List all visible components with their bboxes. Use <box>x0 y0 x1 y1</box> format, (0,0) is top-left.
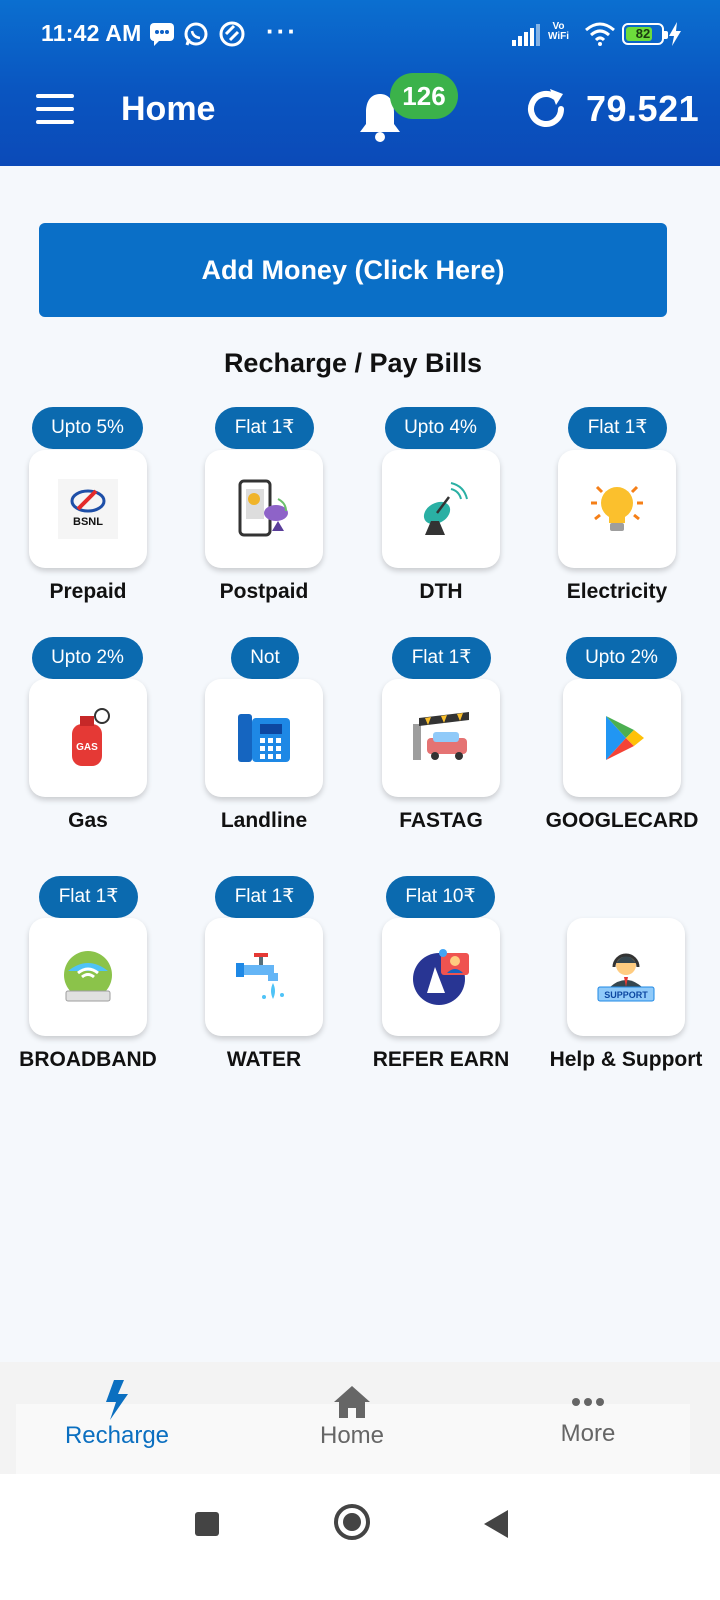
service-tile-refer-earn[interactable] <box>382 918 500 1036</box>
landline-phone-icon <box>238 714 290 762</box>
toll-car-icon <box>413 712 469 760</box>
service-label-electricity: Electricity <box>566 580 668 603</box>
service-tile-gas[interactable]: GAS <box>29 679 147 797</box>
refresh-icon[interactable] <box>523 86 569 132</box>
charging-icon <box>669 22 681 46</box>
offer-badge-prepaid: Upto 5% <box>32 407 143 449</box>
system-home-button[interactable] <box>334 1504 370 1540</box>
battery-icon: 82 <box>622 23 668 45</box>
more-notifications-icon: ··· <box>266 16 298 46</box>
status-time: 11:42 AM <box>41 20 142 46</box>
offer-badge-electricity: Flat 1₹ <box>568 407 667 449</box>
google-play-icon <box>606 716 644 760</box>
svg-text:BSNL: BSNL <box>73 516 103 528</box>
service-label-water: WATER <box>226 1048 302 1071</box>
offer-badge-googlecard: Upto 2% <box>566 637 677 679</box>
service-label-broadband: BROADBAND <box>19 1048 157 1071</box>
nav-label-recharge: Recharge <box>64 1422 170 1449</box>
offer-badge-fastag: Flat 1₹ <box>392 637 491 679</box>
page-title: Home <box>121 90 216 128</box>
hamburger-menu-icon[interactable] <box>36 94 74 124</box>
service-tile-electricity[interactable] <box>558 450 676 568</box>
postpaid-phone-icon <box>238 479 288 537</box>
add-money-button[interactable]: Add Money (Click Here) <box>39 223 667 317</box>
nav-tab-home[interactable]: Home <box>252 1384 452 1450</box>
home-icon <box>334 1386 370 1418</box>
message-icon <box>150 23 174 46</box>
service-tile-broadband[interactable] <box>29 918 147 1036</box>
service-tile-water[interactable] <box>205 918 323 1036</box>
service-tile-postpaid[interactable] <box>205 450 323 568</box>
service-label-help-support: Help & Support <box>549 1048 703 1071</box>
service-tile-prepaid[interactable]: BSNL <box>29 450 147 568</box>
lightning-icon <box>106 1380 128 1420</box>
app-notification-icon <box>219 21 245 47</box>
offer-badge-broadband: Flat 1₹ <box>39 876 138 918</box>
offer-badge-gas: Upto 2% <box>32 637 143 679</box>
nav-tab-recharge[interactable]: Recharge <box>17 1380 217 1450</box>
service-tile-help-support[interactable]: SUPPORT <box>567 918 685 1036</box>
bottom-navigation: Recharge Home More <box>0 1362 720 1474</box>
service-label-googlecard: GOOGLECARD <box>545 809 699 832</box>
whatsapp-icon <box>184 22 208 46</box>
offer-badge-dth: Upto 4% <box>385 407 496 449</box>
wallet-balance: 79.521 <box>586 88 700 129</box>
nav-tab-more[interactable]: More <box>488 1392 688 1448</box>
service-label-fastag: FASTAG <box>399 809 483 832</box>
service-label-refer-earn: REFER EARN <box>372 1048 510 1071</box>
refer-earn-icon <box>413 949 469 1005</box>
service-tile-landline[interactable] <box>205 679 323 797</box>
water-tap-icon <box>236 953 284 999</box>
service-label-prepaid: Prepaid <box>49 580 127 603</box>
more-dots-icon <box>572 1398 604 1406</box>
svg-text:SUPPORT: SUPPORT <box>604 990 648 1000</box>
signal-icon <box>512 24 540 46</box>
gas-cylinder-icon: GAS <box>72 708 110 766</box>
light-bulb-icon <box>591 485 643 531</box>
svg-text:GAS: GAS <box>76 742 98 753</box>
back-button[interactable] <box>484 1510 508 1538</box>
nav-label-home: Home <box>319 1422 385 1449</box>
broadband-router-icon <box>64 951 112 1002</box>
service-tile-fastag[interactable] <box>382 679 500 797</box>
offer-badge-postpaid: Flat 1₹ <box>215 407 314 449</box>
nav-label-more: More <box>560 1420 616 1447</box>
status-bar: 11:42 AM ··· Vo WiFi 82 <box>0 0 720 70</box>
notification-count-badge[interactable]: 126 <box>390 73 458 119</box>
vowifi-indicator: Vo WiFi <box>548 21 570 42</box>
section-title: Recharge / Pay Bills <box>223 348 483 378</box>
app-header: 11:42 AM ··· Vo WiFi 82 Home 126 79.521 <box>0 0 720 166</box>
support-agent-icon: SUPPORT <box>597 953 655 1002</box>
service-label-dth: DTH <box>419 580 463 603</box>
service-label-landline: Landline <box>220 809 308 832</box>
offer-badge-water: Flat 1₹ <box>215 876 314 918</box>
service-label-gas: Gas <box>68 809 108 832</box>
offer-badge-refer-earn: Flat 10₹ <box>386 876 495 918</box>
offer-badge-landline: Not <box>231 637 299 679</box>
wifi-icon <box>585 22 615 46</box>
service-label-postpaid: Postpaid <box>219 580 309 603</box>
system-navigation-bar <box>0 1474 720 1600</box>
bsnl-logo-icon: BSNL <box>58 479 118 539</box>
satellite-dish-icon <box>423 482 468 535</box>
service-tile-dth[interactable] <box>382 450 500 568</box>
service-tile-googlecard[interactable] <box>563 679 681 797</box>
recents-button[interactable] <box>195 1512 219 1536</box>
